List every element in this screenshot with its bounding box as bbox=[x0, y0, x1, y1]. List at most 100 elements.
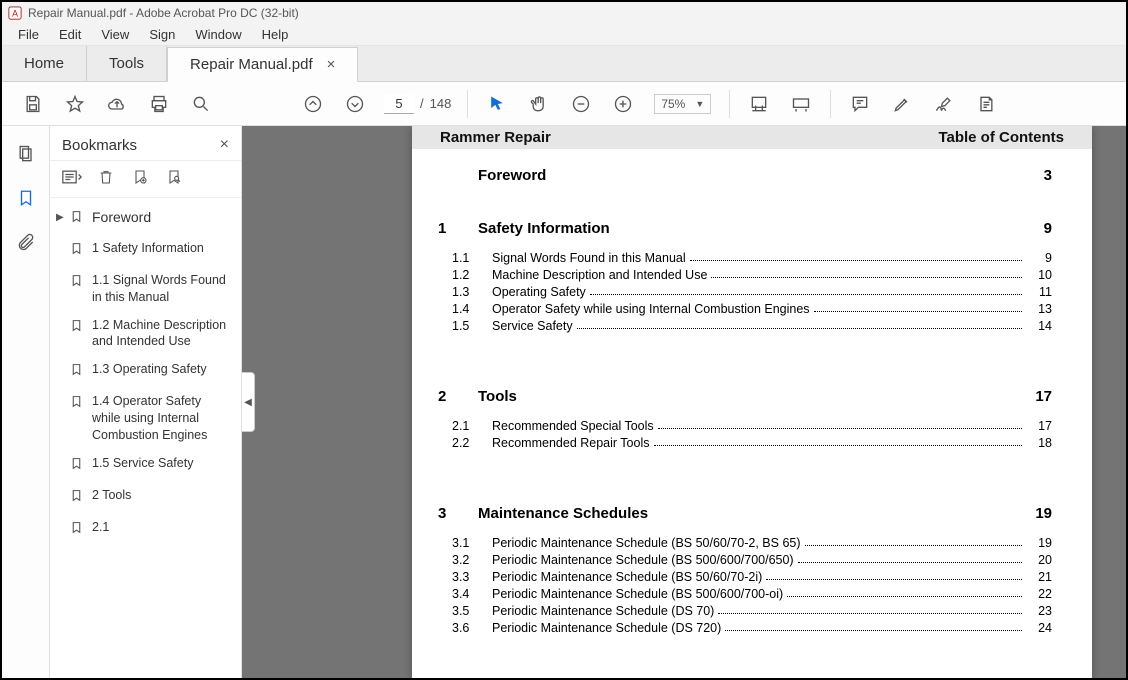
bookmark-options-icon[interactable] bbox=[62, 167, 82, 187]
tab-document[interactable]: Repair Manual.pdf × bbox=[167, 47, 358, 82]
fit-width-icon[interactable] bbox=[745, 90, 773, 118]
toc-subsection: 1.4Operator Safety while using Internal … bbox=[438, 302, 1052, 316]
sub-num: 3.4 bbox=[438, 587, 492, 601]
bookmark-item[interactable]: 2.1 bbox=[52, 515, 237, 544]
zoom-value: 75% bbox=[661, 97, 685, 111]
separator bbox=[830, 90, 831, 118]
toc-subsection: 2.1Recommended Special Tools17 bbox=[438, 419, 1052, 433]
toc-subsection: 3.3Periodic Maintenance Schedule (BS 50/… bbox=[438, 570, 1052, 584]
zoom-dropdown[interactable]: 75% ▼ bbox=[654, 94, 711, 114]
selection-arrow-icon[interactable] bbox=[483, 90, 511, 118]
section-title: Tools bbox=[478, 388, 1035, 405]
collapse-panel-icon[interactable]: ◀ bbox=[242, 372, 255, 432]
search-icon[interactable] bbox=[187, 90, 215, 118]
sign-icon[interactable] bbox=[930, 90, 958, 118]
sub-title: Periodic Maintenance Schedule (DS 70) bbox=[492, 604, 714, 618]
section-page: 17 bbox=[1035, 388, 1052, 405]
leader-dots bbox=[766, 570, 1022, 580]
bookmark-label: 1.3 Operating Safety bbox=[92, 361, 231, 378]
svg-text:A: A bbox=[12, 9, 18, 19]
bookmarks-panel: Bookmarks × ▶Foreword 1 Safety Informati… bbox=[50, 126, 242, 678]
bookmark-item[interactable]: 1.3 Operating Safety bbox=[52, 357, 237, 386]
delete-bookmark-icon[interactable] bbox=[96, 167, 116, 187]
app-icon: A bbox=[8, 6, 22, 20]
sub-title: Recommended Special Tools bbox=[492, 419, 654, 433]
tab-close-icon[interactable]: × bbox=[327, 56, 336, 73]
section-page: 9 bbox=[1044, 220, 1052, 237]
stamp-icon[interactable] bbox=[972, 90, 1000, 118]
foreword-page: 3 bbox=[1044, 167, 1052, 184]
page-up-icon[interactable] bbox=[299, 90, 327, 118]
toc-subsection: 3.6Periodic Maintenance Schedule (DS 720… bbox=[438, 621, 1052, 635]
zoom-out-icon[interactable] bbox=[567, 90, 595, 118]
toc-subsection: 1.1Signal Words Found in this Manual9 bbox=[438, 251, 1052, 265]
sub-page: 23 bbox=[1026, 604, 1052, 618]
print-icon[interactable] bbox=[145, 90, 173, 118]
sub-title: Periodic Maintenance Schedule (BS 50/60/… bbox=[492, 536, 801, 550]
sub-title: Periodic Maintenance Schedule (BS 500/60… bbox=[492, 587, 783, 601]
toc-subsection: 2.2Recommended Repair Tools18 bbox=[438, 436, 1052, 450]
bookmark-item[interactable]: 1 Safety Information bbox=[52, 236, 237, 265]
main-toolbar: / 148 75% ▼ bbox=[2, 82, 1126, 126]
sub-page: 11 bbox=[1026, 285, 1052, 299]
page-down-icon[interactable] bbox=[341, 90, 369, 118]
section-title: Safety Information bbox=[478, 220, 1044, 237]
page-thumbnails-icon[interactable] bbox=[12, 140, 40, 168]
leader-dots bbox=[658, 419, 1022, 429]
document-area[interactable]: ◀ Rammer Repair Table of Contents Forewo… bbox=[242, 126, 1126, 678]
bookmark-icon bbox=[70, 272, 86, 293]
tab-home-label: Home bbox=[24, 55, 64, 72]
bookmarks-list[interactable]: ▶Foreword 1 Safety Information 1.1 Signa… bbox=[50, 198, 241, 678]
leader-dots bbox=[798, 553, 1022, 563]
bookmark-item[interactable]: ▶Foreword bbox=[52, 204, 237, 233]
bookmark-item[interactable]: 1.4 Operator Safety while using Internal… bbox=[52, 389, 237, 448]
tab-home[interactable]: Home bbox=[2, 46, 87, 81]
sub-num: 1.5 bbox=[438, 319, 492, 333]
title-bar: A Repair Manual.pdf - Adobe Acrobat Pro … bbox=[2, 2, 1126, 24]
toc-subsection: 1.2Machine Description and Intended Use1… bbox=[438, 268, 1052, 282]
menu-file[interactable]: File bbox=[8, 25, 49, 44]
leader-dots bbox=[690, 251, 1022, 261]
zoom-in-icon[interactable] bbox=[609, 90, 637, 118]
bookmark-item[interactable]: 1.5 Service Safety bbox=[52, 451, 237, 480]
tabs-bar: Home Tools Repair Manual.pdf × bbox=[2, 46, 1126, 82]
comment-icon[interactable] bbox=[846, 90, 874, 118]
sub-title: Signal Words Found in this Manual bbox=[492, 251, 686, 265]
sub-page: 14 bbox=[1026, 319, 1052, 333]
section-num: 1 bbox=[438, 220, 478, 237]
menu-help[interactable]: Help bbox=[252, 25, 299, 44]
attachments-icon[interactable] bbox=[12, 228, 40, 256]
sub-num: 1.3 bbox=[438, 285, 492, 299]
page-input[interactable] bbox=[384, 94, 414, 114]
foreword-label: Foreword bbox=[478, 167, 546, 184]
bookmark-icon bbox=[70, 393, 86, 414]
bookmarks-toolbar bbox=[50, 161, 241, 198]
bookmark-item[interactable]: 1.2 Machine Description and Intended Use bbox=[52, 313, 237, 355]
cloud-upload-icon[interactable] bbox=[103, 90, 131, 118]
menu-edit[interactable]: Edit bbox=[49, 25, 91, 44]
expand-icon[interactable]: ▶ bbox=[56, 208, 70, 225]
toc-subsection: 3.2Periodic Maintenance Schedule (BS 500… bbox=[438, 553, 1052, 567]
menu-window[interactable]: Window bbox=[185, 25, 251, 44]
menu-view[interactable]: View bbox=[91, 25, 139, 44]
save-icon[interactable] bbox=[19, 90, 47, 118]
new-bookmark-icon[interactable] bbox=[130, 167, 150, 187]
fit-page-icon[interactable] bbox=[787, 90, 815, 118]
bookmark-label: 1.5 Service Safety bbox=[92, 455, 231, 472]
sub-num: 1.2 bbox=[438, 268, 492, 282]
bookmark-item[interactable]: 1.1 Signal Words Found in this Manual bbox=[52, 268, 237, 310]
sub-title: Operator Safety while using Internal Com… bbox=[492, 302, 810, 316]
highlight-icon[interactable] bbox=[888, 90, 916, 118]
toc-subsection: 3.5Periodic Maintenance Schedule (DS 70)… bbox=[438, 604, 1052, 618]
leader-dots bbox=[654, 436, 1023, 446]
hand-pan-icon[interactable] bbox=[525, 90, 553, 118]
bookmarks-icon[interactable] bbox=[12, 184, 40, 212]
find-bookmark-icon[interactable] bbox=[164, 167, 184, 187]
tab-tools[interactable]: Tools bbox=[87, 46, 167, 81]
page-total: 148 bbox=[430, 96, 452, 111]
bookmark-item[interactable]: 2 Tools bbox=[52, 483, 237, 512]
close-panel-icon[interactable]: × bbox=[220, 136, 229, 154]
sub-num: 1.4 bbox=[438, 302, 492, 316]
star-icon[interactable] bbox=[61, 90, 89, 118]
menu-sign[interactable]: Sign bbox=[139, 25, 185, 44]
